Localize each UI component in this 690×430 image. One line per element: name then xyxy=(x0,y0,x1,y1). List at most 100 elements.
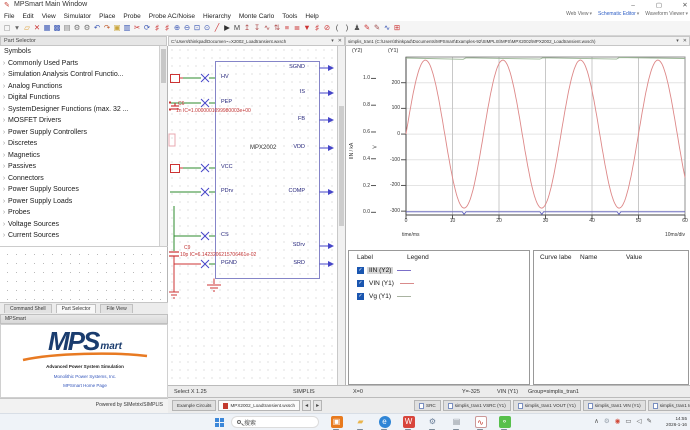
tray-tray-pen-icon[interactable]: ✎ xyxy=(647,417,652,425)
doc-tab-example-circuits[interactable]: Example Circuits xyxy=(172,400,216,411)
toolbar-probe-voltage-icon[interactable]: ↥ xyxy=(242,22,252,34)
left-tab-file-view[interactable]: File View xyxy=(100,304,132,313)
toolbar-marker-icon[interactable]: ▼ xyxy=(302,22,312,34)
taskbar-settings-app-icon[interactable]: ⚙ xyxy=(426,416,439,430)
company-link[interactable]: Monolithic Power Systems, Inc. xyxy=(1,374,169,379)
toolbar-open-folder-icon[interactable]: ▱ xyxy=(22,22,32,34)
symbols-item-commonly-used-parts[interactable]: ›Commonly Used Parts xyxy=(0,58,160,70)
checkbox-checked-icon[interactable]: ✓ xyxy=(357,280,364,287)
symbols-scrollbar[interactable] xyxy=(159,46,167,246)
symbols-item-discretes[interactable]: ›Discretes xyxy=(0,138,160,150)
doc-tab-mpx2002-loadtransient-wxsch[interactable]: MPX2002_Loadtransient.wxsch xyxy=(218,400,300,411)
toolbar-model-icon[interactable]: M xyxy=(232,22,242,34)
legend-row-vg-y1[interactable]: ✓Vg (Y1) xyxy=(349,290,531,303)
symbols-item-power-supply-controllers[interactable]: ›Power Supply Controllers xyxy=(0,127,160,139)
checkbox-checked-icon[interactable]: ✓ xyxy=(357,293,364,300)
toolbar-wave-box-icon[interactable]: ∿ xyxy=(382,22,392,34)
symbols-item-connectors[interactable]: ›Connectors xyxy=(0,173,160,185)
symbols-scrollbar-thumb[interactable] xyxy=(161,49,166,83)
taskbar-clock[interactable]: 14:55 2026-1-16 xyxy=(666,416,687,428)
toolbar-probe-diff-icon[interactable]: ⇅ xyxy=(272,22,282,34)
menu-item-file[interactable]: File xyxy=(0,13,18,20)
toolbar-zoom-area-icon[interactable]: ⊡ xyxy=(192,22,202,34)
symbols-item-systemdesigner-functions-max-32[interactable]: ›SystemDesigner Functions (max. 32 ... xyxy=(0,104,160,116)
symbols-item-current-sources[interactable]: ›Current Sources xyxy=(0,230,160,242)
symbols-item-digital-functions[interactable]: ›Digital Functions xyxy=(0,92,160,104)
schematic-scrollbar[interactable] xyxy=(337,46,345,385)
toolbar-ladder-a-icon[interactable]: ≡ xyxy=(282,22,292,34)
schematic-tab[interactable]: C:\Users\thinkpad\Documen~=X2002_Loadtra… xyxy=(168,36,345,46)
view-btn-web-view[interactable]: Web View▾ xyxy=(566,11,592,17)
symbols-item-power-supply-sources[interactable]: ›Power Supply Sources xyxy=(0,184,160,196)
view-btn-schematic-editor[interactable]: Schematic Editor▾ xyxy=(598,11,639,17)
menu-item-edit[interactable]: Edit xyxy=(18,13,37,20)
tray-tray-red-app-icon[interactable]: ◉ xyxy=(615,417,621,425)
schematic-tab-close-icon[interactable]: ✕ xyxy=(336,38,344,44)
menu-item-place[interactable]: Place xyxy=(95,13,119,20)
tray-tray-volume-icon[interactable]: ◁ xyxy=(637,417,642,425)
curve-tab-src[interactable]: SRC xyxy=(414,400,441,411)
menu-item-probe[interactable]: Probe xyxy=(119,13,144,20)
curve-tab-simplis-tran1-vout-y1[interactable]: simplis_tran1 VOUT (Y1) xyxy=(513,400,581,411)
toolbar-wire-icon[interactable]: ╱ xyxy=(212,22,222,34)
symbols-item-probes[interactable]: ›Probes xyxy=(0,207,160,219)
curve-tab-simplis-tran1-vsrc-y1[interactable]: simplis_tran1 VSRC (Y1) xyxy=(443,400,511,411)
menu-item-help[interactable]: Help xyxy=(301,13,322,20)
menu-item-monte-carlo[interactable]: Monte Carlo xyxy=(235,13,278,20)
legend-row-vin-y1[interactable]: ✓VIN (Y1) xyxy=(349,277,531,290)
toolbar-new-file-menu-icon[interactable]: ▾ xyxy=(12,22,22,34)
toolbar-save-icon[interactable]: ▦ xyxy=(42,22,52,34)
toolbar-save-all-icon[interactable]: ▩ xyxy=(52,22,62,34)
taskbar-document-app-icon[interactable]: ▤ xyxy=(450,416,463,430)
symbols-list[interactable]: Symbols ›Commonly Used Parts›Simulation … xyxy=(0,46,160,246)
taskbar-wechat-icon[interactable]: ⚬ xyxy=(498,416,511,430)
windows-start-icon[interactable] xyxy=(215,418,224,427)
left-tab-part-selector[interactable]: Part Selector xyxy=(56,304,97,313)
toolbar-undo-icon[interactable]: ↶ xyxy=(92,22,102,34)
curve-tab-simplis-tran1-imag[interactable]: simplis_tran1 Imag xyxy=(648,400,690,411)
toolbar-probe-current-icon[interactable]: ↧ xyxy=(252,22,262,34)
toolbar-paste-icon[interactable]: ▥ xyxy=(122,22,132,34)
maximize-button[interactable]: ▢ xyxy=(648,0,670,11)
toolbar-zoom-fit-icon[interactable]: ⊙ xyxy=(202,22,212,34)
waveform-tab-close-icon[interactable]: ✕ xyxy=(681,38,689,44)
toolbar-settings-b-icon[interactable]: ⚙ xyxy=(82,22,92,34)
toolbar-paren-open-icon[interactable]: ( xyxy=(332,22,342,34)
symbols-item-voltage-sources[interactable]: ›Voltage Sources xyxy=(0,219,160,231)
part-preview-canvas[interactable] xyxy=(0,246,168,302)
toolbar-refresh-icon[interactable]: ⟳ xyxy=(142,22,152,34)
tab-scroll-left-icon[interactable]: ◂ xyxy=(302,400,311,411)
toolbar-ladder-b-icon[interactable]: ≣ xyxy=(292,22,302,34)
toolbar-copy-icon[interactable]: ▣ xyxy=(112,22,122,34)
toolbar-new-file-icon[interactable]: ▢ xyxy=(2,22,12,34)
menu-item-probe-ac-noise[interactable]: Probe AC/Noise xyxy=(145,13,199,20)
toolbar-settings-a-icon[interactable]: ⚙ xyxy=(72,22,82,34)
taskbar-mpsmart-app-icon[interactable]: ∿ xyxy=(474,416,487,430)
toolbar-close-file-icon[interactable]: ✕ xyxy=(32,22,42,34)
menu-item-simulator[interactable]: Simulator xyxy=(60,13,95,20)
toolbar-sheet-icon[interactable]: ⊞ xyxy=(392,22,402,34)
tab-scroll-right-icon[interactable]: ▸ xyxy=(313,400,322,411)
taskbar-file-explorer-icon[interactable]: ▰ xyxy=(354,416,367,430)
taskbar-wps-icon[interactable]: W xyxy=(402,416,415,430)
legend-row-iin-y2[interactable]: ✓IIN (Y2) xyxy=(349,264,531,277)
symbols-item-simulation-analysis-control-functio[interactable]: ›Simulation Analysis Control Functio... xyxy=(0,69,160,81)
menu-item-view[interactable]: View xyxy=(38,13,60,20)
toolbar-no-entry-icon[interactable]: ⊘ xyxy=(322,22,332,34)
toolbar-paren-close-icon[interactable]: ) xyxy=(342,22,352,34)
taskbar-edge-browser-icon[interactable]: e xyxy=(378,416,391,430)
toolbar-hash-icon[interactable]: ♯ xyxy=(312,22,322,34)
taskbar-search[interactable]: 搜索 xyxy=(231,416,319,428)
toolbar-probe-ac-icon[interactable]: ∿ xyxy=(262,22,272,34)
minimize-button[interactable]: – xyxy=(622,0,644,11)
plot-area[interactable]: (Y2) (Y1) IIN / kA V time/ms 10ms/div 20… xyxy=(346,46,690,250)
toolbar-cut-icon[interactable]: ✂ xyxy=(132,22,142,34)
toolbar-zoom-in-icon[interactable]: ⊕ xyxy=(172,22,182,34)
symbols-item-passives[interactable]: ›Passives xyxy=(0,161,160,173)
toolbar-zoom-out-icon[interactable]: ⊖ xyxy=(182,22,192,34)
home-page-link[interactable]: MPSmart Home Page xyxy=(1,383,169,388)
symbols-item-analog-functions[interactable]: ›Analog Functions xyxy=(0,81,160,93)
schematic-scrollbar-thumb[interactable] xyxy=(339,106,344,226)
tray-tray-gear-icon[interactable]: ⚙ xyxy=(604,417,610,425)
menu-item-hierarchy[interactable]: Hierarchy xyxy=(199,13,235,20)
